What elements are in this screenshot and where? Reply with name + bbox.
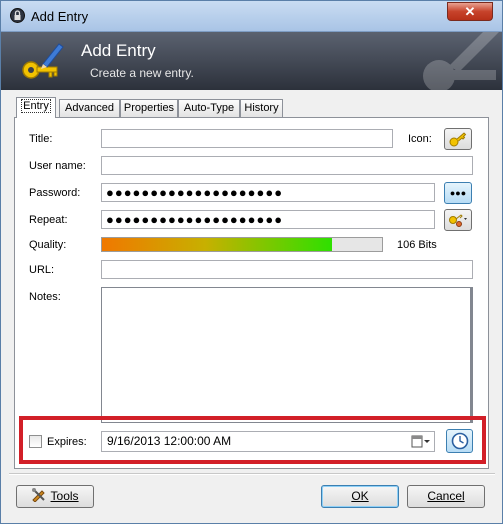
expiry-presets-button[interactable] <box>446 429 473 453</box>
banner-subtitle: Create a new entry. <box>90 66 194 80</box>
quality-meter-fill <box>102 238 332 251</box>
tab-entry[interactable]: Entry <box>16 97 56 118</box>
add-entry-window: Add Entry ✕ Add Entry Create a new entry… <box>0 0 503 524</box>
tab-auto-type[interactable]: Auto-Type <box>178 99 240 117</box>
title-field[interactable] <box>101 129 393 148</box>
clock-icon <box>451 432 468 450</box>
tools-label: Tools <box>50 489 79 503</box>
close-icon: ✕ <box>464 4 476 19</box>
tools-icon <box>32 488 46 503</box>
title-label: Title: <box>29 133 53 145</box>
cancel-button[interactable]: Cancel <box>407 485 485 508</box>
notes-textarea[interactable] <box>101 287 473 423</box>
tab-history[interactable]: History <box>240 99 283 117</box>
banner-watermark-icon <box>423 32 499 90</box>
quality-meter <box>101 237 383 252</box>
icon-picker-button[interactable] <box>444 128 472 150</box>
cancel-label: Cancel <box>427 489 465 503</box>
window-title: Add Entry <box>31 9 89 24</box>
banner-title: Add Entry <box>81 41 156 60</box>
tab-history-label: History <box>244 102 279 114</box>
title-bar: Add Entry ✕ <box>1 1 502 32</box>
lock-icon <box>10 8 25 23</box>
tab-advanced-label: Advanced <box>65 102 114 114</box>
footer-separator <box>9 473 495 475</box>
icon-label: Icon: <box>408 133 432 145</box>
expires-date-picker[interactable]: 9/16/2013 12:00:00 AM <box>101 431 435 452</box>
calendar-dropdown-icon[interactable] <box>411 435 431 448</box>
expires-label: Expires: <box>47 436 87 448</box>
quality-label: Quality: <box>29 239 67 251</box>
ok-label: OK <box>351 489 369 503</box>
tab-entry-label: Entry <box>21 99 51 113</box>
password-field[interactable]: ●●●●●●●●●●●●●●●●●●●● <box>101 183 435 202</box>
notes-scroll-edge <box>470 288 472 422</box>
username-label: User name: <box>29 160 86 172</box>
key-pen-icon <box>22 43 64 79</box>
dots-icon: ●●● <box>449 188 467 198</box>
toggle-password-visibility-button[interactable]: ●●● <box>444 182 472 204</box>
generate-password-button[interactable] <box>444 209 472 231</box>
quality-bits-text: 106 Bits <box>397 239 437 251</box>
tab-properties-label: Properties <box>123 102 175 114</box>
tab-auto-type-label: Auto-Type <box>183 102 235 114</box>
url-field[interactable] <box>101 260 473 279</box>
tab-advanced[interactable]: Advanced <box>59 99 120 117</box>
tab-properties[interactable]: Properties <box>120 99 178 117</box>
password-generator-icon <box>449 214 467 227</box>
repeat-label: Repeat: <box>29 214 68 226</box>
password-label: Password: <box>29 187 81 199</box>
close-button[interactable]: ✕ <box>447 2 493 21</box>
url-label: URL: <box>29 264 55 276</box>
tools-button[interactable]: Tools <box>16 485 94 508</box>
expires-checkbox[interactable] <box>29 435 42 448</box>
repeat-password-field[interactable]: ●●●●●●●●●●●●●●●●●●●● <box>101 210 435 229</box>
username-field[interactable] <box>101 156 473 175</box>
key-icon <box>449 132 467 147</box>
banner: Add Entry Create a new entry. <box>1 32 502 90</box>
expires-date-text: 9/16/2013 12:00:00 AM <box>107 434 232 448</box>
notes-label: Notes: <box>29 291 61 303</box>
ok-button[interactable]: OK <box>321 485 399 508</box>
